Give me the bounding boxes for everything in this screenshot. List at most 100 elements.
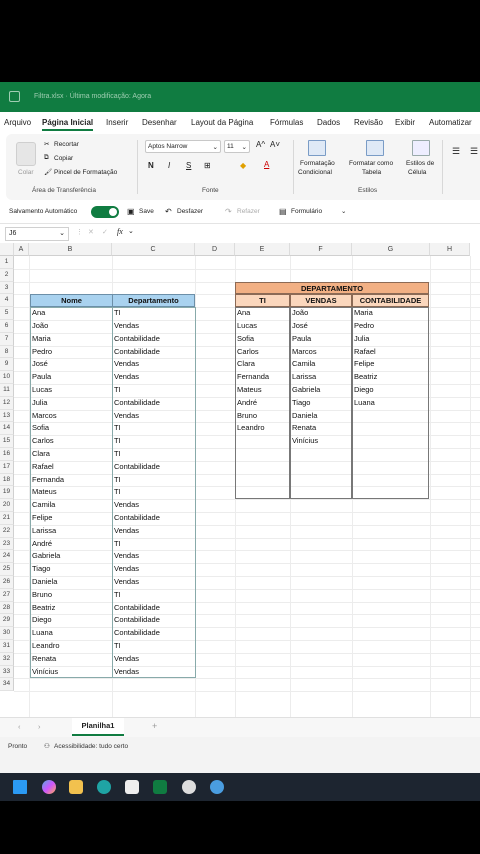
row-header[interactable]: 15 <box>0 435 14 448</box>
table2-ti-cell[interactable]: Ana <box>235 307 250 320</box>
table1-name-cell[interactable]: Paula <box>30 371 51 384</box>
table2-ti-cell[interactable]: Mateus <box>235 384 262 397</box>
edge-icon[interactable] <box>97 780 111 794</box>
table2-contabilidade-cell[interactable]: Beatriz <box>352 371 377 384</box>
table1-dept-cell[interactable]: Contabilidade <box>112 333 160 346</box>
row-header[interactable]: 12 <box>0 396 14 410</box>
table1-name-cell[interactable]: Tiago <box>30 563 50 576</box>
row-header[interactable]: 25 <box>0 563 14 576</box>
column-header[interactable]: E <box>235 243 290 256</box>
conditional-formatting-label-1[interactable]: Formatação <box>300 160 335 167</box>
borders-icon[interactable]: ⊞ <box>204 161 211 170</box>
table1-dept-cell[interactable]: Contabilidade <box>112 461 160 474</box>
row-header[interactable]: 14 <box>0 422 14 436</box>
copy-icon[interactable]: ⧉ <box>44 154 49 162</box>
table1-name-cell[interactable]: Pedro <box>30 346 52 359</box>
conditional-formatting-label-2[interactable]: Condicional <box>298 169 332 176</box>
paste-button[interactable]: Colar <box>18 169 34 176</box>
table1-name-cell[interactable]: Clara <box>30 448 50 461</box>
customize-qat-icon[interactable]: ⌄ <box>341 207 346 215</box>
folder-icon[interactable] <box>69 780 83 794</box>
save-button[interactable]: Save <box>139 208 154 215</box>
undo-icon[interactable]: ↶ <box>165 207 172 216</box>
table1-name-cell[interactable]: Vinícius <box>30 666 58 679</box>
column-header[interactable]: D <box>195 243 235 256</box>
table1-name-cell[interactable]: Diego <box>30 614 52 627</box>
excel-taskbar-icon[interactable] <box>153 780 167 794</box>
table1-dept-cell[interactable]: TI <box>112 640 121 653</box>
format-as-table-icon[interactable] <box>366 140 384 156</box>
accessibility-status[interactable]: Acessibilidade: tudo certo <box>54 743 128 750</box>
font-name-select[interactable]: Aptos Narrow ⌄ <box>145 140 221 153</box>
table2-ti-cell[interactable]: Fernanda <box>235 371 269 384</box>
table2-contabilidade-cell[interactable]: Rafael <box>352 346 376 359</box>
tab-layout-da-pagina[interactable]: Layout da Página <box>191 118 253 127</box>
table1-dept-cell[interactable]: TI <box>112 422 121 435</box>
table1-name-cell[interactable]: Rafael <box>30 461 54 474</box>
table2-contabilidade-cell[interactable]: Luana <box>352 397 375 410</box>
row-header[interactable]: 10 <box>0 371 14 384</box>
fill-color-icon[interactable]: ◆ <box>240 161 246 170</box>
accessibility-icon[interactable]: ⚇ <box>44 742 50 750</box>
tab-formulas[interactable]: Fórmulas <box>270 118 303 127</box>
table1-dept-cell[interactable]: Contabilidade <box>112 627 160 640</box>
cut-button[interactable]: Recortar <box>54 141 79 148</box>
table1-dept-cell[interactable]: TI <box>112 474 121 487</box>
row-header[interactable]: 21 <box>0 512 14 525</box>
table1-name-cell[interactable]: Larissa <box>30 525 56 538</box>
table2-vendas-cell[interactable]: Camila <box>290 358 315 371</box>
add-sheet-button[interactable]: + <box>152 721 157 731</box>
insert-function-button[interactable]: fx <box>117 227 123 236</box>
form-icon[interactable]: ▤ <box>279 207 287 216</box>
brush-icon[interactable]: 🖌 <box>44 168 52 176</box>
conditional-formatting-icon[interactable] <box>308 140 326 156</box>
column-header[interactable]: G <box>352 243 430 256</box>
row-header[interactable]: 30 <box>0 627 14 640</box>
column-header[interactable]: B <box>29 243 112 256</box>
row-header[interactable]: 29 <box>0 614 14 628</box>
tab-exibir[interactable]: Exibir <box>395 118 415 127</box>
tab-automatizar[interactable]: Automatizar <box>429 118 472 127</box>
format-as-table-label-2[interactable]: Tabela <box>362 169 381 176</box>
table1-name-cell[interactable]: José <box>30 358 48 371</box>
cell-styles-label-2[interactable]: Célula <box>408 169 426 176</box>
tab-pagina-inicial[interactable]: Página Inicial <box>42 118 94 131</box>
table1-name-cell[interactable]: Beatriz <box>30 602 55 615</box>
cancel-icon[interactable]: ✕ <box>88 228 94 236</box>
table1-dept-cell[interactable]: Vendas <box>112 666 139 679</box>
windows-start-icon[interactable] <box>13 780 27 794</box>
align-icon[interactable]: ☰ <box>452 146 460 157</box>
table2-ti-cell[interactable]: Leandro <box>235 422 265 435</box>
table2-contabilidade-cell[interactable]: Pedro <box>352 320 374 333</box>
table2-vendas-cell[interactable]: Paula <box>290 333 311 346</box>
underline-button[interactable]: S <box>186 161 191 170</box>
table1-dept-cell[interactable]: Contabilidade <box>112 614 160 627</box>
table1-name-cell[interactable]: Julia <box>30 397 47 410</box>
table1-dept-cell[interactable]: Vendas <box>112 576 139 589</box>
enter-icon[interactable]: ✓ <box>102 228 108 236</box>
next-sheet-icon[interactable]: › <box>38 722 41 731</box>
table1-dept-cell[interactable]: TI <box>112 538 121 551</box>
table1-dept-cell[interactable]: Vendas <box>112 410 139 423</box>
table1-name-cell[interactable]: Camila <box>30 499 55 512</box>
row-header[interactable]: 3 <box>0 281 14 295</box>
row-header[interactable]: 24 <box>0 550 14 564</box>
redo-icon[interactable]: ↷ <box>225 207 232 216</box>
row-header[interactable]: 26 <box>0 576 14 589</box>
copilot-icon[interactable] <box>42 780 56 794</box>
table1-dept-cell[interactable]: Vendas <box>112 550 139 563</box>
format-painter-button[interactable]: Pincel de Formatação <box>54 169 117 176</box>
table1-dept-cell[interactable]: TI <box>112 384 121 397</box>
row-header[interactable]: 32 <box>0 652 14 666</box>
grow-font-button[interactable]: A^ <box>256 140 265 149</box>
row-header[interactable]: 18 <box>0 473 14 487</box>
table1-name-cell[interactable]: João <box>30 320 48 333</box>
table2-vendas-cell[interactable]: Daniela <box>290 410 317 423</box>
table1-name-cell[interactable]: Ana <box>30 307 45 320</box>
redo-button[interactable]: Refazer <box>237 208 260 215</box>
more-icon[interactable]: ⋮ <box>76 228 83 236</box>
table1-dept-cell[interactable]: TI <box>112 307 121 320</box>
sheet-tab-planilha1[interactable]: Planilha1 <box>72 718 124 736</box>
chrome-icon[interactable] <box>182 780 196 794</box>
table1-dept-cell[interactable]: Vendas <box>112 320 139 333</box>
